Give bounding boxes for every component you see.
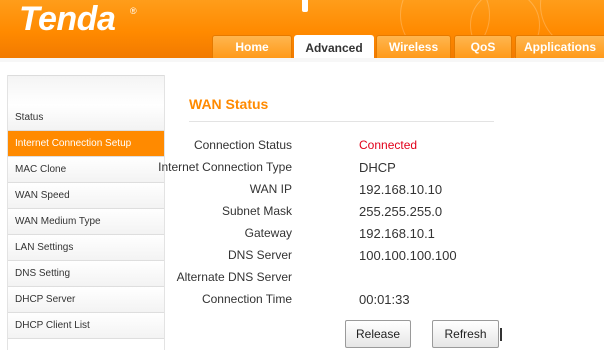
connection-time-value: 00:01:33 [359,292,410,307]
page-title: WAN Status [189,96,269,112]
tab-home[interactable]: Home [212,35,292,58]
tab-applications[interactable]: Applications [515,35,604,58]
refresh-button[interactable]: Refresh [432,320,499,348]
status-row-connection-type: Internet Connection Type DHCP [150,160,550,180]
sidebar-item-status[interactable]: Status [8,105,164,131]
sidebar-item-dhcp-server[interactable]: DHCP Server [8,287,164,313]
gateway-value: 192.168.10.1 [359,226,435,241]
header-bar: Tenda ® Home Advanced Wireless QoS Appli… [0,0,604,58]
tab-qos[interactable]: QoS [454,35,512,58]
status-row-connection-time: Connection Time 00:01:33 [150,292,550,312]
wan-ip-value: 192.168.10.10 [359,182,443,197]
status-row-gateway: Gateway 192.168.10.1 [150,226,550,246]
row-label: Internet Connection Type [158,160,292,174]
sidebar-item-internet-connection-setup[interactable]: Internet Connection Setup [8,131,164,157]
tab-wireless[interactable]: Wireless [376,35,451,58]
sidebar: Status Internet Connection Setup MAC Clo… [7,75,165,350]
subnet-mask-value: 255.255.255.0 [359,204,443,219]
sidebar-item-lan-settings[interactable]: LAN Settings [8,235,164,261]
tab-advanced[interactable]: Advanced [294,35,374,58]
sidebar-item-wan-medium-type[interactable]: WAN Medium Type [8,209,164,235]
main-nav-tabs: Home Advanced Wireless QoS Applications [0,35,604,58]
sidebar-item-dhcp-client-list[interactable]: DHCP Client List [8,313,164,339]
row-label: Alternate DNS Server [176,270,292,284]
connection-type-value: DHCP [359,160,396,175]
dns-server-value: 100.100.100.100 [359,248,457,263]
sidebar-item-wan-speed[interactable]: WAN Speed [8,183,164,209]
status-row-wan-ip: WAN IP 192.168.10.10 [150,182,550,202]
sidebar-item-dns-setting[interactable]: DNS Setting [8,261,164,287]
registered-mark: ® [130,6,137,16]
status-row-dns-server: DNS Server 100.100.100.100 [150,248,550,268]
row-label: Connection Time [201,292,292,306]
status-row-alternate-dns: Alternate DNS Server [150,270,550,290]
sidebar-item-mac-clone[interactable]: MAC Clone [8,157,164,183]
row-label: Gateway [244,226,292,240]
header-divider [0,58,604,62]
title-divider [189,121,494,122]
connection-status-value: Connected [359,138,418,152]
header-tick [302,0,308,12]
cursor-mark [500,328,502,341]
status-row-connection-status: Connection Status Connected [150,138,550,158]
sidebar-header [8,75,164,105]
tenda-logo: Tenda [19,0,116,38]
row-label: DNS Server [227,248,292,262]
status-row-subnet-mask: Subnet Mask 255.255.255.0 [150,204,550,224]
row-label: WAN IP [249,182,292,196]
release-button[interactable]: Release [345,320,411,348]
row-label: Connection Status [193,138,292,152]
row-label: Subnet Mask [221,204,292,218]
